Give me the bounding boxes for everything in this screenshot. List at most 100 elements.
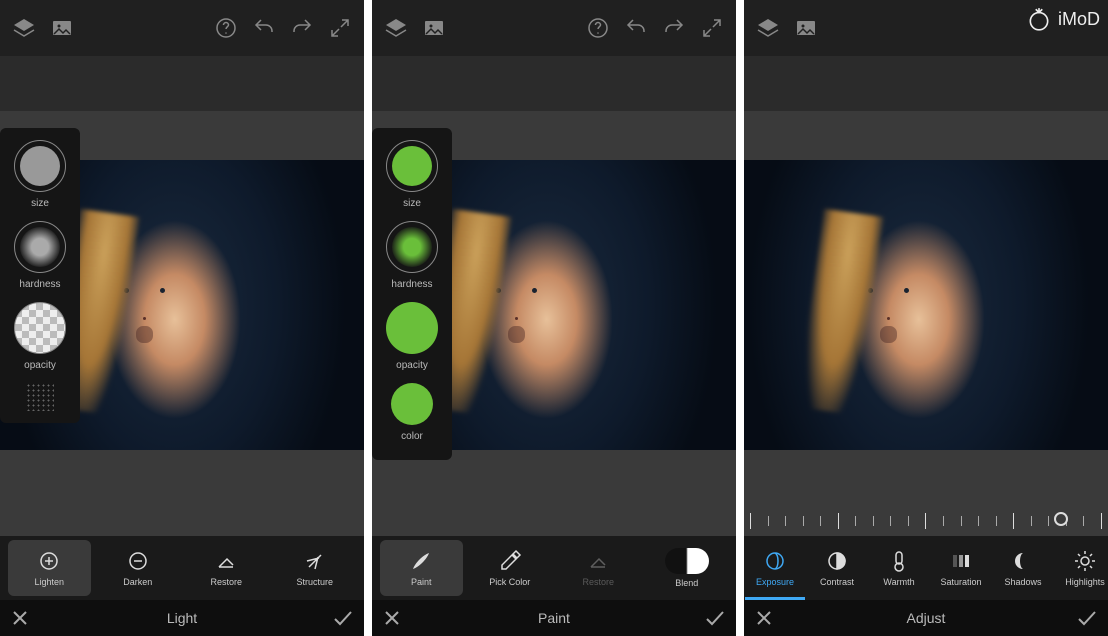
- tool-paint[interactable]: Paint: [380, 540, 463, 596]
- tool-lighten[interactable]: Lighten: [8, 540, 91, 596]
- brush-color-label: color: [401, 431, 423, 442]
- tool-row: Lighten Darken Restore Structure: [0, 536, 364, 600]
- tool-restore-label: Restore: [582, 577, 614, 587]
- watermark: iMoD: [1026, 6, 1100, 32]
- canvas-image[interactable]: [744, 160, 1108, 450]
- brush-color[interactable]: [391, 383, 433, 425]
- adjust-highlights-label: Highlights: [1065, 577, 1105, 587]
- adjust-row: Exposure Contrast Warmth Saturation Shad…: [744, 536, 1108, 600]
- redo-icon[interactable]: [290, 16, 314, 40]
- saturation-icon: [949, 549, 973, 573]
- tool-paint-label: Paint: [411, 577, 432, 587]
- tool-pick-color-label: Pick Color: [489, 577, 530, 587]
- tool-darken-label: Darken: [123, 577, 152, 587]
- screen-adjust: iMoD Exposure Contrast Warmth Saturation: [744, 0, 1108, 636]
- expand-icon[interactable]: [700, 16, 724, 40]
- blend-icon: [665, 548, 709, 574]
- image-icon[interactable]: [422, 16, 446, 40]
- redo-icon[interactable]: [662, 16, 686, 40]
- adjust-shadows-label: Shadows: [1004, 577, 1041, 587]
- tool-restore-label: Restore: [210, 577, 242, 587]
- image-icon[interactable]: [794, 16, 818, 40]
- confirm-button[interactable]: [332, 608, 354, 628]
- image-icon[interactable]: [50, 16, 74, 40]
- help-icon[interactable]: [214, 16, 238, 40]
- adjust-saturation[interactable]: Saturation: [930, 536, 992, 600]
- top-toolbar: [372, 0, 736, 56]
- top-toolbar: [0, 0, 364, 56]
- restore-icon: [586, 549, 610, 573]
- structure-icon: [303, 549, 327, 573]
- brush-size-label: size: [31, 198, 49, 209]
- tool-blend-label: Blend: [675, 578, 698, 588]
- paint-icon: [409, 549, 433, 573]
- tool-restore[interactable]: Restore: [185, 540, 268, 596]
- adjust-contrast[interactable]: Contrast: [806, 536, 868, 600]
- tool-structure-label: Structure: [296, 577, 333, 587]
- confirm-button[interactable]: [704, 608, 726, 628]
- undo-icon[interactable]: [252, 16, 276, 40]
- brush-hardness-label: hardness: [19, 279, 60, 290]
- slider-handle[interactable]: [1054, 512, 1068, 526]
- brush-opacity-label: opacity: [396, 360, 428, 371]
- brush-grid-icon[interactable]: [26, 383, 54, 411]
- title-bar: Light: [0, 600, 364, 636]
- mode-title: Adjust: [907, 610, 946, 626]
- brush-opacity[interactable]: [14, 302, 66, 354]
- lighten-icon: [37, 549, 61, 573]
- title-bar: Paint: [372, 600, 736, 636]
- tool-restore: Restore: [557, 540, 640, 596]
- adjust-warmth[interactable]: Warmth: [868, 536, 930, 600]
- adjust-saturation-label: Saturation: [940, 577, 981, 587]
- brush-panel: size hardness opacity color: [372, 128, 452, 460]
- brush-size[interactable]: [14, 140, 66, 192]
- mode-title: Paint: [538, 610, 570, 626]
- close-button[interactable]: [10, 608, 30, 628]
- shadows-icon: [1011, 549, 1035, 573]
- contrast-icon: [825, 549, 849, 573]
- warmth-icon: [887, 549, 911, 573]
- title-bar: Adjust: [744, 600, 1108, 636]
- layers-icon[interactable]: [12, 16, 36, 40]
- subheader-band: [744, 56, 1108, 111]
- adjust-warmth-label: Warmth: [883, 577, 914, 587]
- adjust-highlights[interactable]: Highlights: [1054, 536, 1108, 600]
- brush-hardness[interactable]: [386, 221, 438, 273]
- brush-opacity-label: opacity: [24, 360, 56, 371]
- darken-icon: [126, 549, 150, 573]
- expand-icon[interactable]: [328, 16, 352, 40]
- brush-opacity[interactable]: [386, 302, 438, 354]
- brush-size[interactable]: [386, 140, 438, 192]
- adjust-exposure-label: Exposure: [756, 577, 794, 587]
- subheader-band: [372, 56, 736, 111]
- adjust-contrast-label: Contrast: [820, 577, 854, 587]
- screen-light: size hardness opacity Lighten Darken Res…: [0, 0, 364, 636]
- restore-icon: [214, 549, 238, 573]
- exposure-icon: [763, 549, 787, 573]
- watermark-text: iMoD: [1058, 9, 1100, 30]
- brush-hardness-label: hardness: [391, 279, 432, 290]
- tool-row: Paint Pick Color Restore Blend: [372, 536, 736, 600]
- mode-title: Light: [167, 610, 197, 626]
- tool-darken[interactable]: Darken: [97, 540, 180, 596]
- close-button[interactable]: [754, 608, 774, 628]
- close-button[interactable]: [382, 608, 402, 628]
- brush-hardness[interactable]: [14, 221, 66, 273]
- tool-pick-color[interactable]: Pick Color: [469, 540, 552, 596]
- adjust-exposure[interactable]: Exposure: [744, 536, 806, 600]
- layers-icon[interactable]: [756, 16, 780, 40]
- eyedropper-icon: [498, 549, 522, 573]
- undo-icon[interactable]: [624, 16, 648, 40]
- help-icon[interactable]: [586, 16, 610, 40]
- confirm-button[interactable]: [1076, 608, 1098, 628]
- layers-icon[interactable]: [384, 16, 408, 40]
- tool-blend[interactable]: Blend: [646, 540, 729, 596]
- screen-paint: size hardness opacity color Paint Pick C…: [372, 0, 736, 636]
- tool-lighten-label: Lighten: [34, 577, 64, 587]
- adjust-shadows[interactable]: Shadows: [992, 536, 1054, 600]
- highlights-icon: [1073, 549, 1097, 573]
- brush-size-label: size: [403, 198, 421, 209]
- brush-panel: size hardness opacity: [0, 128, 80, 423]
- adjust-slider[interactable]: [744, 506, 1108, 536]
- tool-structure[interactable]: Structure: [274, 540, 357, 596]
